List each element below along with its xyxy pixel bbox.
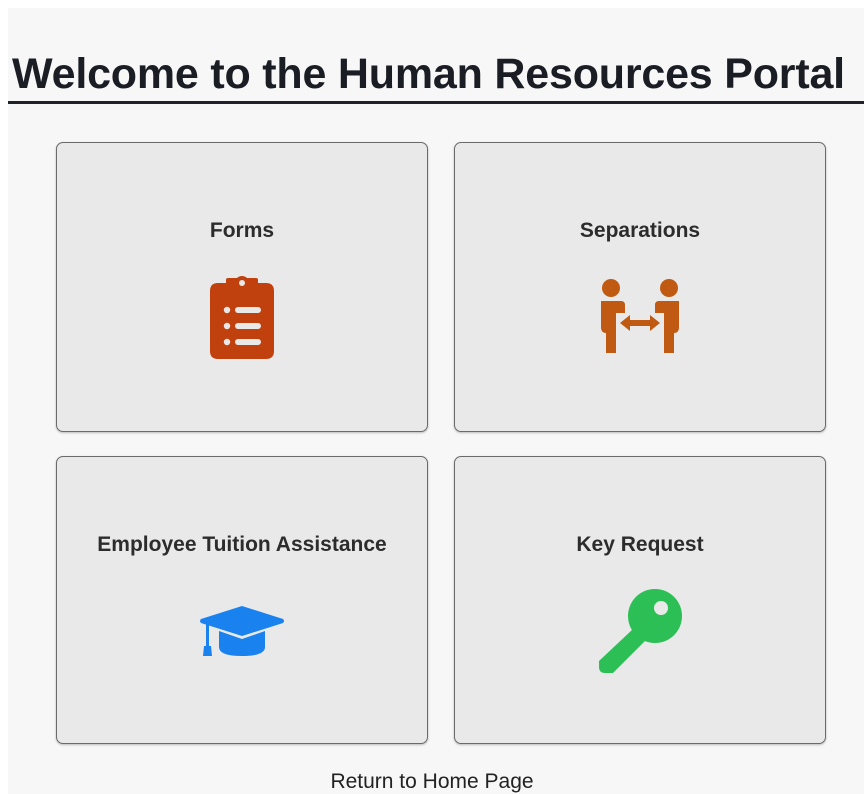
- people-arrows-icon: [601, 279, 679, 353]
- forms-tile[interactable]: Forms: [56, 142, 428, 432]
- clipboard-list-icon: [210, 276, 274, 359]
- graduation-cap-icon: [200, 606, 284, 656]
- portal-page: Welcome to the Human Resources Portal Fo…: [8, 8, 864, 794]
- key-icon: [599, 589, 682, 673]
- separations-tile[interactable]: Separations: [454, 142, 826, 432]
- title-underline: [8, 101, 864, 104]
- page-title: Welcome to the Human Resources Portal: [12, 50, 845, 98]
- key-request-tile-label: Key Request: [576, 533, 704, 556]
- tuition-assistance-tile-label: Employee Tuition Assistance: [97, 533, 387, 556]
- forms-tile-label: Forms: [209, 219, 275, 242]
- return-home-link[interactable]: Return to Home Page: [0, 770, 864, 794]
- separations-tile-label: Separations: [579, 219, 701, 242]
- tuition-assistance-tile[interactable]: Employee Tuition Assistance: [56, 456, 428, 744]
- key-request-tile[interactable]: Key Request: [454, 456, 826, 744]
